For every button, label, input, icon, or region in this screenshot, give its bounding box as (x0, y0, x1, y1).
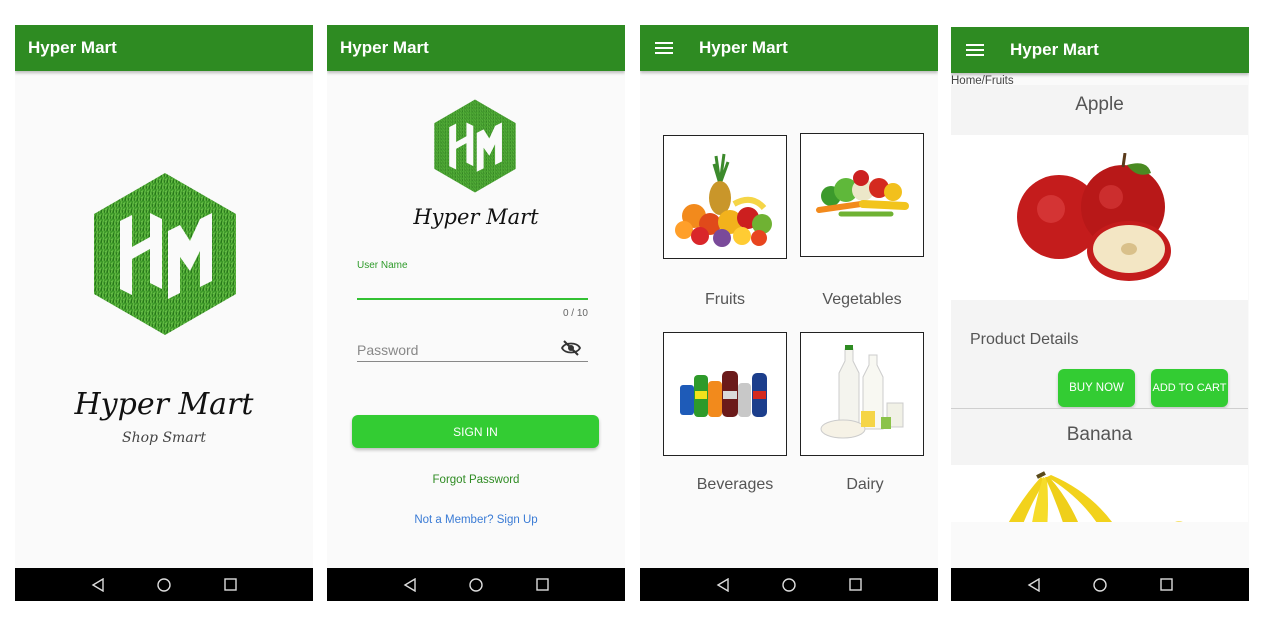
category-label: Dairy (846, 476, 884, 493)
app-title: Hyper Mart (340, 38, 429, 57)
dairy-image (820, 345, 904, 439)
hyper-mart-logo (434, 99, 516, 193)
category-dairy-tile[interactable] (800, 332, 924, 456)
product-name: Banana (1066, 424, 1133, 445)
home-circle-icon[interactable] (157, 577, 172, 592)
tagline: Shop Smart (122, 430, 206, 446)
category-vegetables-tile[interactable] (800, 133, 924, 257)
category-label: Beverages (696, 476, 774, 493)
beverages-image (680, 371, 767, 417)
brand-name: Hyper Mart (413, 205, 539, 229)
back-triangle-icon[interactable] (91, 577, 105, 592)
product-details-label: Product Details (970, 331, 1079, 348)
recents-square-icon[interactable] (1160, 578, 1173, 591)
product-image-area (951, 135, 1248, 300)
products-screen: Hyper Mart Home/Fruits Apple Product Det… (951, 27, 1249, 601)
fruits-image (675, 153, 772, 247)
recents-square-icon[interactable] (849, 578, 862, 591)
home-circle-icon[interactable] (782, 577, 797, 592)
recents-square-icon[interactable] (224, 578, 237, 591)
username-label: User Name (357, 260, 408, 271)
brand-name: Hyper Mart (74, 387, 254, 422)
category-fruits-tile[interactable] (663, 135, 787, 259)
forgot-password-link[interactable]: Forgot Password (327, 474, 625, 486)
apple-image (1017, 153, 1171, 281)
home-circle-icon[interactable] (1093, 577, 1108, 592)
app-title: Hyper Mart (1010, 40, 1099, 59)
system-nav-bar (327, 568, 625, 601)
app-bar: Hyper Mart (15, 25, 313, 71)
app-title: Hyper Mart (699, 38, 788, 57)
categories-screen: Hyper Mart Fruits Vegetables Beverages D… (640, 25, 938, 601)
system-nav-bar (951, 568, 1249, 601)
back-triangle-icon[interactable] (1027, 577, 1041, 592)
back-triangle-icon[interactable] (403, 577, 417, 592)
category-label: Fruits (705, 291, 745, 308)
app-bar: Hyper Mart (327, 25, 625, 71)
system-nav-bar (640, 568, 938, 601)
banana-image (1008, 471, 1183, 522)
sign-in-button[interactable]: SIGN IN (352, 415, 599, 448)
product-name: Apple (1075, 94, 1124, 115)
category-label: Vegetables (822, 291, 902, 308)
category-beverages-tile[interactable] (663, 332, 787, 456)
hyper-mart-logo (94, 173, 236, 335)
username-underline (357, 298, 588, 300)
visibility-off-icon[interactable] (561, 339, 581, 357)
add-to-cart-button[interactable]: ADD TO CART (1151, 369, 1228, 407)
menu-icon[interactable] (966, 44, 984, 56)
system-nav-bar (15, 568, 313, 601)
username-counter: 0 / 10 (562, 308, 588, 319)
vegetables-image (816, 170, 909, 217)
home-circle-icon[interactable] (469, 577, 484, 592)
username-input[interactable] (357, 275, 588, 299)
product-image-area (951, 465, 1248, 522)
back-triangle-icon[interactable] (716, 577, 730, 592)
sign-up-link[interactable]: Not a Member? Sign Up (327, 514, 625, 526)
app-title: Hyper Mart (28, 38, 117, 57)
splash-screen: Hyper Mart Hyper Mart Shop Smart (15, 25, 313, 601)
password-input[interactable] (357, 338, 588, 362)
recents-square-icon[interactable] (536, 578, 549, 591)
login-screen: Hyper Mart Hyper Mart User Name 0 / 10 S… (327, 25, 625, 601)
app-bar: Hyper Mart (640, 25, 938, 71)
buy-now-button[interactable]: BUY NOW (1058, 369, 1135, 407)
menu-icon[interactable] (655, 42, 673, 54)
app-bar: Hyper Mart (951, 27, 1249, 73)
